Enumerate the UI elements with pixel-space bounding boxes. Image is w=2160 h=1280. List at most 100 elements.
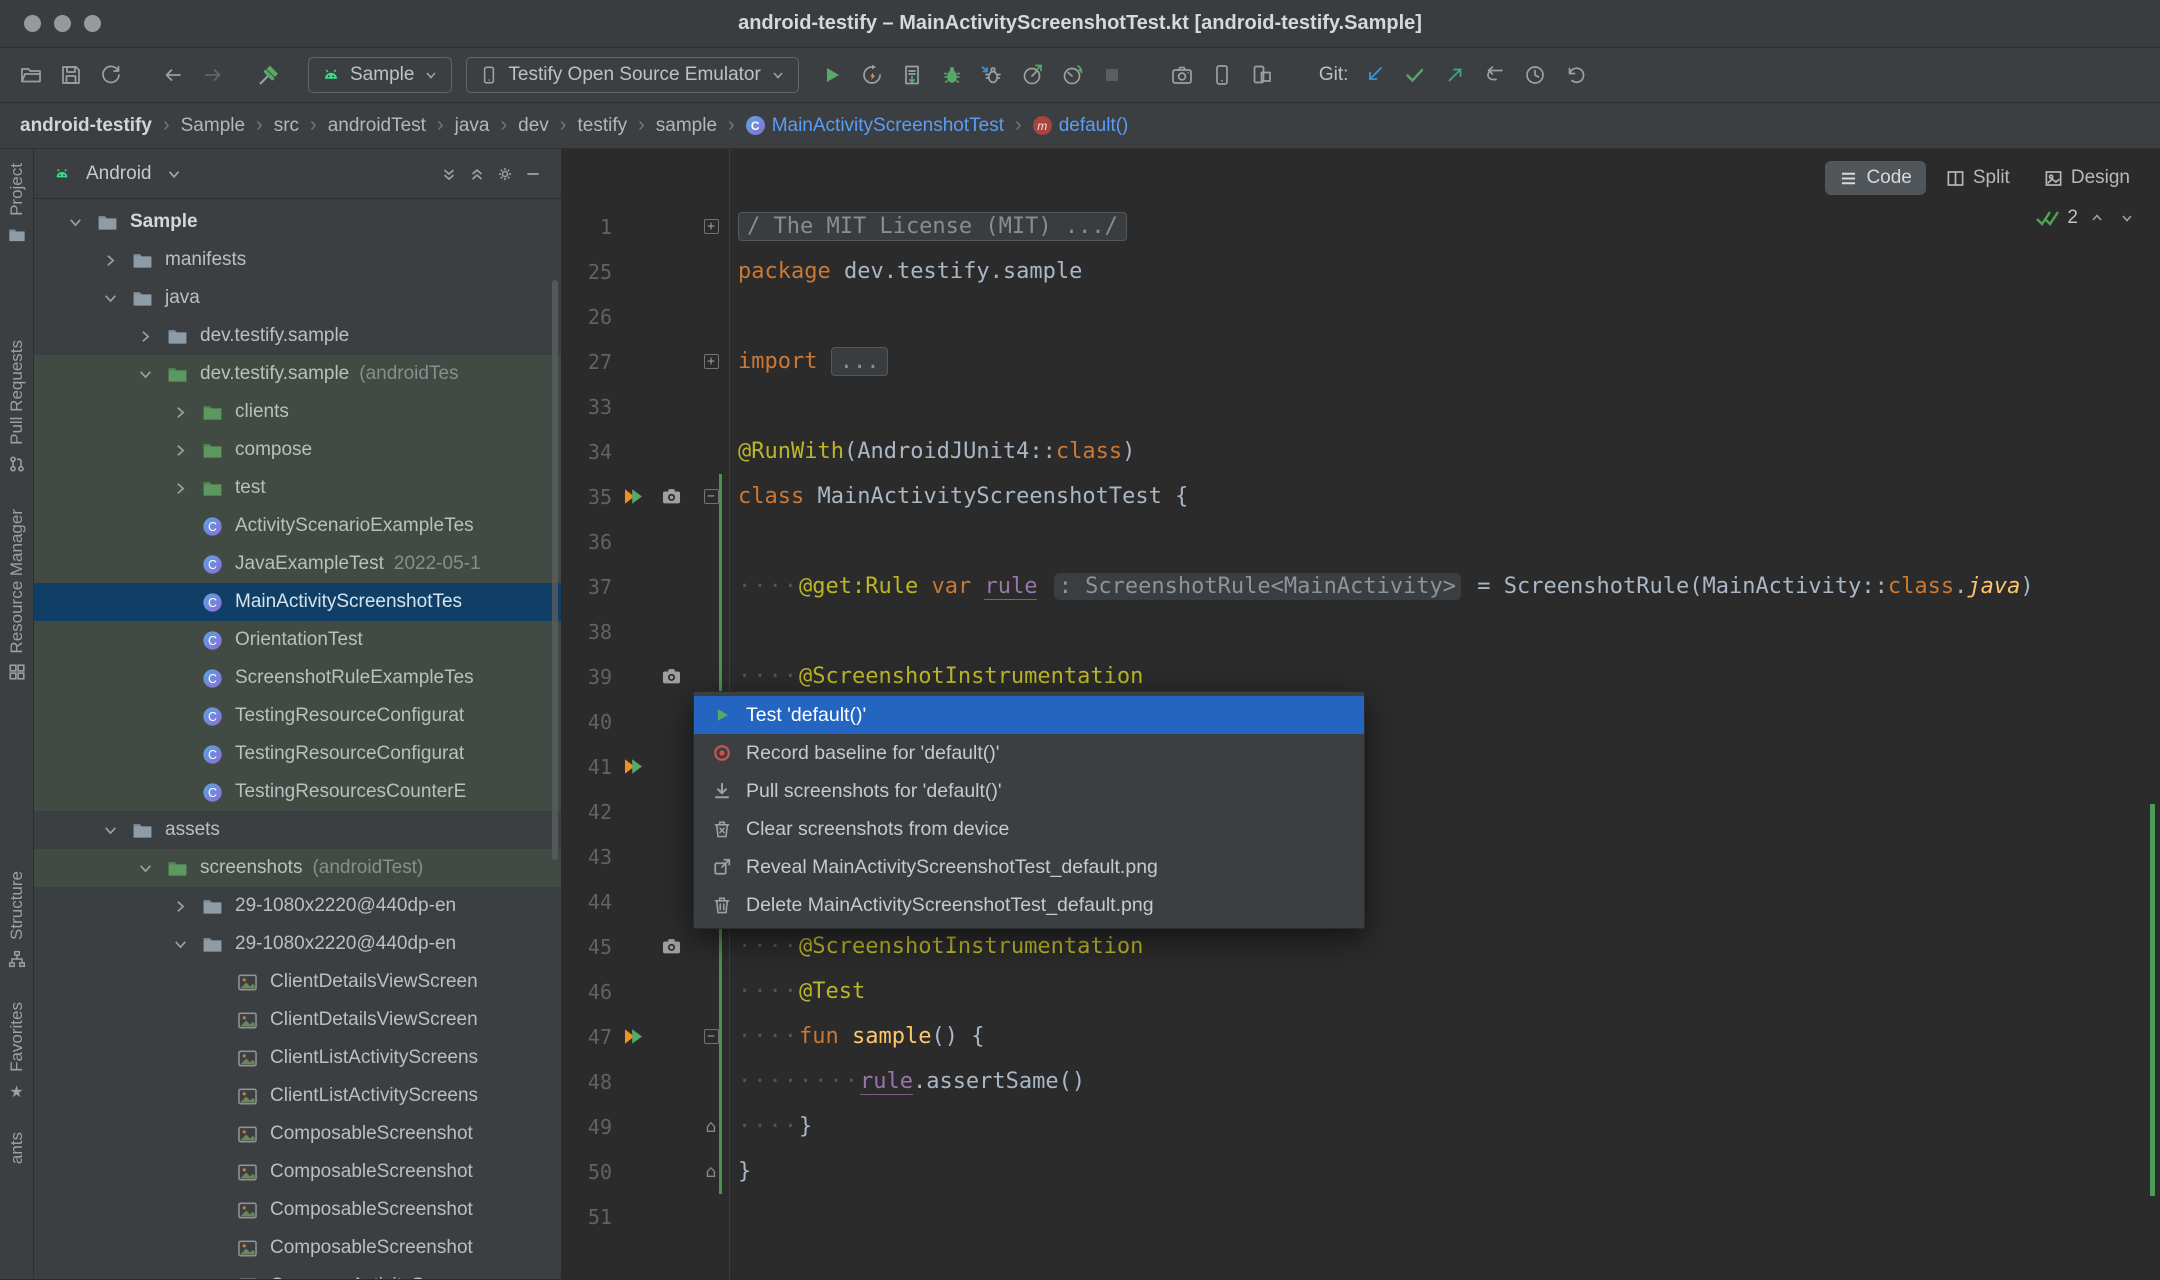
chevron-right-icon[interactable] — [163, 477, 197, 499]
run-test-gutter-icon[interactable] — [612, 1026, 654, 1047]
screenshot-gutter-icon[interactable] — [654, 486, 688, 507]
tree-item-dev-testify-sample[interactable]: dev.testify.sample — [34, 317, 561, 355]
chevron-down-icon[interactable] — [160, 160, 188, 188]
breadcrumb-item-sample[interactable]: sample — [656, 115, 717, 137]
git-update-button[interactable] — [1358, 58, 1392, 92]
chevron-down-icon[interactable] — [128, 857, 162, 879]
tree-item-dev-testify-sample[interactable]: dev.testify.sample(androidTes — [34, 355, 561, 393]
forward-button[interactable] — [196, 58, 230, 92]
tree-item-manifests[interactable]: manifests — [34, 241, 561, 279]
profiler-button[interactable] — [1015, 58, 1049, 92]
tree-item-testingresourcescountere[interactable]: CTestingResourcesCounterE — [34, 773, 561, 811]
tree-item-29-1080x2220-440dp-en[interactable]: 29-1080x2220@440dp-en — [34, 925, 561, 963]
tree-item-screenshotruleexampletes[interactable]: CScreenshotRuleExampleTes — [34, 659, 561, 697]
menu-item-reveal-mainactivityscreenshottest-default-png[interactable]: Reveal MainActivityScreenshotTest_defaul… — [694, 848, 1364, 886]
chevron-down-icon[interactable] — [128, 363, 162, 385]
layout-inspector-button[interactable] — [1245, 58, 1279, 92]
tool-window-button-favorites[interactable]: Favorites★ — [7, 1002, 27, 1102]
apply-code-changes-button[interactable] — [895, 58, 929, 92]
tree-item-clientdetailsviewscreen[interactable]: ClientDetailsViewScreen — [34, 1001, 561, 1039]
chevron-right-icon[interactable] — [163, 439, 197, 461]
project-tree-scrollbar[interactable] — [552, 280, 558, 860]
tree-item-compose[interactable]: compose — [34, 431, 561, 469]
stop-button[interactable] — [1095, 58, 1129, 92]
tree-item-test[interactable]: test — [34, 469, 561, 507]
tree-item-javaexampletest[interactable]: CJavaExampleTest2022-05-1 — [34, 545, 561, 583]
screenshot-gutter-icon[interactable] — [654, 666, 688, 687]
tool-window-button-structure[interactable]: Structure — [7, 871, 27, 968]
hide-panel-icon[interactable] — [519, 160, 547, 188]
open-project-button[interactable] — [14, 58, 48, 92]
history-button[interactable] — [1518, 58, 1552, 92]
tree-item-screenshots[interactable]: screenshots(androidTest) — [34, 849, 561, 887]
tree-item-assets[interactable]: assets — [34, 811, 561, 849]
tree-item-sample[interactable]: Sample — [34, 203, 561, 241]
sync-button[interactable] — [94, 58, 128, 92]
menu-item-pull-screenshots-for-default[interactable]: Pull screenshots for 'default()' — [694, 772, 1364, 810]
capture-button[interactable] — [1165, 58, 1199, 92]
tree-item-clientlistactivityscreens[interactable]: ClientListActivityScreens — [34, 1077, 561, 1115]
tool-window-button-project[interactable]: Project — [7, 163, 27, 244]
run-test-gutter-icon[interactable] — [612, 756, 654, 777]
code-view-button[interactable]: Code — [1825, 161, 1925, 195]
tree-item-activityscenarioexampletes[interactable]: CActivityScenarioExampleTes — [34, 507, 561, 545]
screenshot-gutter-icon[interactable] — [654, 936, 688, 957]
breadcrumb-item-androidtest[interactable]: androidTest — [328, 115, 426, 137]
breadcrumb-item-android-testify[interactable]: android-testify — [20, 115, 152, 137]
tree-item-composablescreenshot[interactable]: ComposableScreenshot — [34, 1191, 561, 1229]
settings-gear-icon[interactable] — [491, 160, 519, 188]
git-push-button[interactable] — [1438, 58, 1472, 92]
chevron-down-icon[interactable] — [163, 933, 197, 955]
split-view-button[interactable]: Split — [1932, 161, 2024, 195]
debug-button[interactable] — [935, 58, 969, 92]
git-rollback-button[interactable] — [1478, 58, 1512, 92]
apply-changes-button[interactable] — [855, 58, 889, 92]
device-select[interactable]: Testify Open Source Emulator — [466, 57, 798, 93]
fold-plus-icon[interactable]: + — [696, 354, 726, 369]
chevron-right-icon[interactable] — [128, 325, 162, 347]
menu-item-record-baseline-for-default[interactable]: Record baseline for 'default()' — [694, 734, 1364, 772]
tree-item-orientationtest[interactable]: COrientationTest — [34, 621, 561, 659]
menu-item-test-default[interactable]: Test 'default()' — [694, 696, 1364, 734]
menu-item-delete-mainactivityscreenshottest-default-png[interactable]: Delete MainActivityScreenshotTest_defaul… — [694, 886, 1364, 924]
undo-button[interactable] — [1558, 58, 1592, 92]
git-commit-button[interactable] — [1398, 58, 1432, 92]
back-button[interactable] — [156, 58, 190, 92]
tree-item-clients[interactable]: clients — [34, 393, 561, 431]
menu-item-clear-screenshots-from-device[interactable]: Clear screenshots from device — [694, 810, 1364, 848]
chevron-down-icon[interactable] — [93, 287, 127, 309]
run-config-select[interactable]: Sample — [308, 57, 452, 93]
project-view-selector[interactable]: Android — [86, 163, 152, 185]
run-button[interactable] — [815, 58, 849, 92]
breadcrumb-item-java[interactable]: java — [455, 115, 490, 137]
next-occurrence-icon[interactable] — [2116, 207, 2138, 229]
breadcrumb-item-src[interactable]: src — [274, 115, 299, 137]
chevron-right-icon[interactable] — [93, 249, 127, 271]
tree-item-testingresourceconfigurat[interactable]: CTestingResourceConfigurat — [34, 697, 561, 735]
tool-window-button-pull-requests[interactable]: Pull Requests — [7, 340, 27, 473]
tree-item-composablescreenshot[interactable]: ComposableScreenshot — [34, 1229, 561, 1267]
attach-debugger-button[interactable] — [975, 58, 1009, 92]
collapse-all-icon[interactable] — [463, 160, 491, 188]
tree-item-clientlistactivityscreens[interactable]: ClientListActivityScreens — [34, 1039, 561, 1077]
tree-item-testingresourceconfigurat[interactable]: CTestingResourceConfigurat — [34, 735, 561, 773]
tree-item-composablescreenshot[interactable]: ComposableScreenshot — [34, 1115, 561, 1153]
breadcrumb-item-testify[interactable]: testify — [577, 115, 627, 137]
expand-all-icon[interactable] — [435, 160, 463, 188]
breadcrumb-item-dev[interactable]: dev — [518, 115, 549, 137]
design-view-button[interactable]: Design — [2030, 161, 2144, 195]
chevron-down-icon[interactable] — [93, 819, 127, 841]
tree-item-composeactivityscreens[interactable]: ComposeActivityScreens — [34, 1267, 561, 1279]
previous-occurrence-icon[interactable] — [2086, 207, 2108, 229]
tool-window-button-ants[interactable]: ants — [7, 1132, 27, 1164]
tool-window-button-resource-manager[interactable]: Resource Manager — [7, 509, 27, 682]
build-hammer-button[interactable] — [252, 58, 286, 92]
breadcrumb-item-class[interactable]: CMainActivityScreenshotTest — [746, 115, 1004, 137]
device-manager-button[interactable] — [1205, 58, 1239, 92]
tree-item-clientdetailsviewscreen[interactable]: ClientDetailsViewScreen — [34, 963, 561, 1001]
save-all-button[interactable] — [54, 58, 88, 92]
breadcrumb-item-sample[interactable]: Sample — [181, 115, 245, 137]
chevron-right-icon[interactable] — [163, 401, 197, 423]
run-test-gutter-icon[interactable] — [612, 486, 654, 507]
tree-item-mainactivityscreenshottes[interactable]: CMainActivityScreenshotTes — [34, 583, 561, 621]
